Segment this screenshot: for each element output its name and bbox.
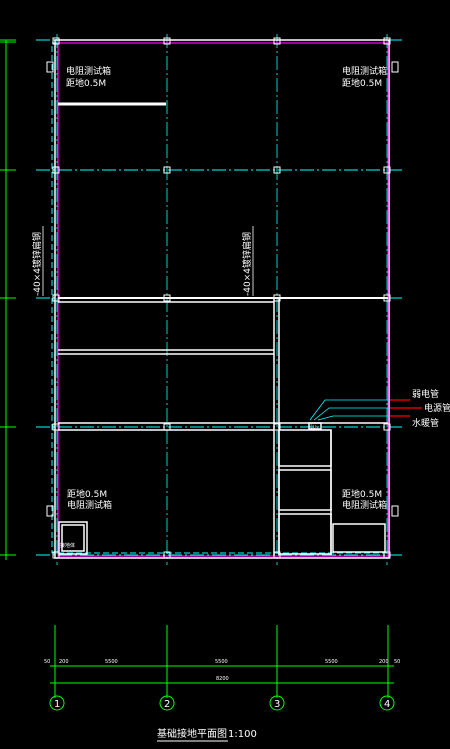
svg-text:电阻测试箱: 电阻测试箱 bbox=[67, 499, 112, 511]
foundation-grounding-plan: 电阻测试箱 距地0.5M 电阻测试箱 距地0.5M 距地0.5M 电阻测试箱 距… bbox=[0, 34, 450, 742]
test-box-note-bottom-left: 距地0.5M 电阻测试箱 bbox=[67, 488, 112, 511]
test-box-note-bottom-right: 距地0.5M 电阻测试箱 bbox=[342, 488, 387, 511]
svg-text:距地0.5M: 距地0.5M bbox=[342, 77, 382, 89]
svg-text:电阻测试箱: 电阻测试箱 bbox=[342, 499, 387, 511]
dim-seg-2: 200 bbox=[59, 659, 69, 665]
test-box-note-top-left: 电阻测试箱 距地0.5M bbox=[66, 65, 111, 89]
dim-total: 8200 bbox=[216, 676, 229, 682]
left-axis-stubs bbox=[0, 39, 16, 560]
pipe-leaders bbox=[309, 399, 410, 421]
svg-text:电阻测试箱: 电阻测试箱 bbox=[342, 65, 387, 77]
flat-steel-note-left: -40×4镀锌扁钢 bbox=[31, 232, 43, 296]
vertical-gridlines bbox=[56, 34, 388, 565]
interior-walls bbox=[58, 102, 388, 555]
dim-seg-5: 5500 bbox=[325, 659, 338, 665]
small-label-box: 接地体 bbox=[60, 542, 75, 549]
axis-label-4: 4 bbox=[384, 699, 390, 710]
svg-text:距地0.5M: 距地0.5M bbox=[66, 77, 106, 89]
small-label-entry: 引入 bbox=[310, 423, 318, 429]
svg-text:距地0.5M: 距地0.5M bbox=[67, 488, 107, 500]
test-box-note-top-right: 电阻测试箱 距地0.5M bbox=[342, 65, 387, 89]
pipe-label-weak: 弱电管 bbox=[412, 388, 439, 400]
svg-text:距地0.5M: 距地0.5M bbox=[342, 488, 382, 500]
drawing-title: 基础接地平面图 bbox=[157, 727, 227, 740]
pipe-marks bbox=[390, 399, 422, 417]
dim-seg-7: 50 bbox=[394, 659, 400, 665]
pipe-label-power: 电源管 bbox=[424, 402, 450, 414]
dim-seg-3: 5500 bbox=[105, 659, 118, 665]
dim-seg-1: 50 bbox=[44, 659, 50, 665]
svg-text:电阻测试箱: 电阻测试箱 bbox=[66, 65, 111, 77]
flat-steel-note-middle: -40×4镀锌扁钢 bbox=[241, 232, 253, 296]
magenta-border bbox=[57, 42, 389, 557]
drawing-scale: 1:100 bbox=[228, 729, 257, 740]
dim-seg-4: 5500 bbox=[215, 659, 228, 665]
axis-label-3: 3 bbox=[274, 699, 280, 710]
axis-label-2: 2 bbox=[164, 699, 170, 710]
pipe-label-water: 水暖管 bbox=[412, 417, 439, 429]
axis-label-1: 1 bbox=[54, 699, 60, 710]
dim-seg-6: 200 bbox=[379, 659, 389, 665]
axis-bubbles bbox=[49, 695, 395, 711]
